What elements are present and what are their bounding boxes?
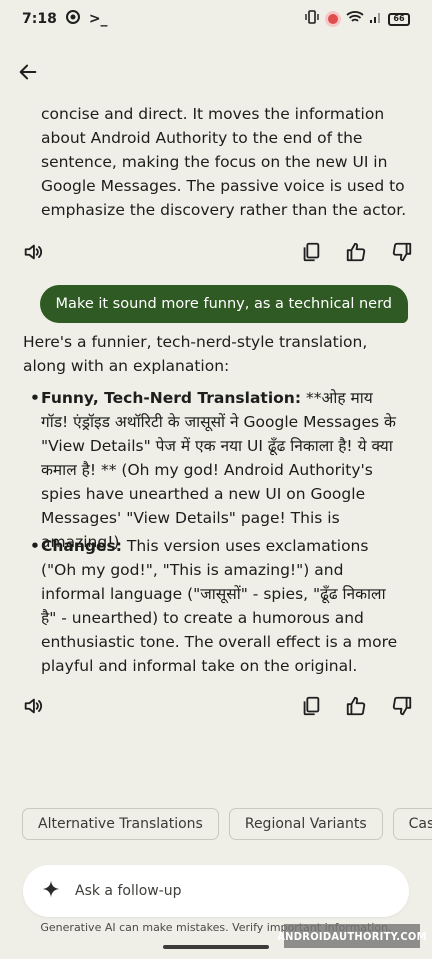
- thumbs-down-icon: [392, 242, 412, 262]
- thumbs-up-button[interactable]: [344, 695, 368, 717]
- response-intro-text: Here's a funnier, tech-nerd-style transl…: [23, 333, 368, 375]
- copy-button[interactable]: [300, 695, 322, 717]
- thumbs-down-button[interactable]: [390, 241, 414, 263]
- speaker-button[interactable]: [22, 695, 44, 717]
- follow-up-bar: [23, 865, 409, 917]
- chip-alternative-translations[interactable]: Alternative Translations: [22, 808, 219, 840]
- back-arrow-icon: [19, 64, 37, 80]
- watermark: ANDROIDAUTHORITY.COM: [277, 924, 426, 948]
- thumbs-up-icon: [346, 696, 366, 716]
- bullet-dot: •: [30, 389, 40, 407]
- list-item: • Funny, Tech-Nerd Translation: **ओह माय…: [30, 386, 401, 554]
- copy-icon: [303, 242, 320, 262]
- bullet-text: This version uses exclamations ("Oh my g…: [41, 537, 398, 675]
- bullet-label: Changes:: [41, 537, 122, 555]
- speaker-button[interactable]: [22, 241, 44, 263]
- user-message-bubble: Make it sound more funny, as a technical…: [39, 285, 408, 323]
- bullet-dot: •: [30, 537, 40, 555]
- battery-icon: 66: [388, 12, 410, 26]
- speaker-icon: [24, 698, 43, 714]
- speaker-icon: [24, 244, 43, 260]
- terminal-icon: >_: [88, 11, 108, 27]
- status-bar: 7:18 >_ 66: [0, 0, 432, 38]
- previous-response-text: concise and direct. It moves the informa…: [41, 105, 407, 219]
- response-actions-1: [22, 239, 414, 265]
- chip-regional-variants[interactable]: Regional Variants: [228, 808, 383, 840]
- follow-up-input[interactable]: [75, 883, 355, 899]
- thumbs-down-button[interactable]: [390, 695, 414, 717]
- status-time: 7:18: [22, 11, 57, 27]
- screen-record-icon: [325, 11, 341, 27]
- thumbs-up-icon: [346, 242, 366, 262]
- sparkle-icon: [41, 879, 61, 903]
- thumbs-down-icon: [392, 696, 412, 716]
- chip-casual[interactable]: Casual: [392, 808, 432, 840]
- suggestion-chips: Alternative Translations Regional Varian…: [10, 796, 432, 854]
- copy-icon: [303, 696, 320, 716]
- response-actions-2: [22, 693, 414, 719]
- bullet-text: **ओह माय गॉड! एंड्रॉइड अथॉरिटी के जासूसो…: [41, 389, 396, 551]
- record-status-icon: [65, 9, 81, 29]
- back-button[interactable]: [14, 58, 42, 86]
- bullet-label: Funny, Tech-Nerd Translation:: [41, 389, 302, 407]
- signal-icon: [369, 10, 383, 28]
- vibrate-icon: [304, 10, 320, 28]
- list-item: • Changes: This version uses exclamation…: [30, 534, 401, 678]
- wifi-icon: [346, 10, 364, 28]
- thumbs-up-button[interactable]: [344, 241, 368, 263]
- copy-button[interactable]: [300, 241, 322, 263]
- home-indicator[interactable]: [163, 945, 269, 949]
